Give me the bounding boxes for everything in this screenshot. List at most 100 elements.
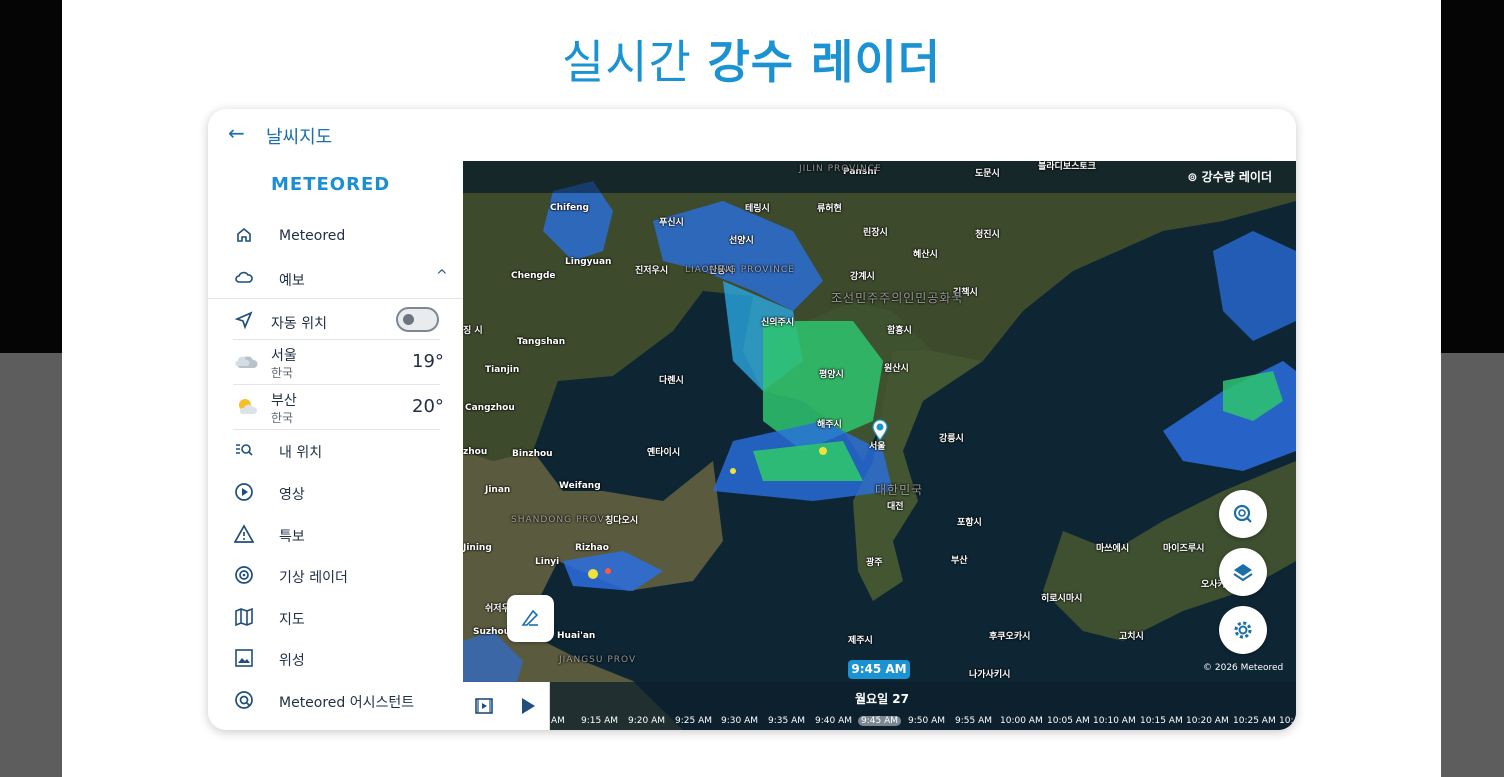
city-temp: 19°	[412, 351, 444, 372]
wand-icon	[521, 609, 539, 626]
badge-label: 강수량 레이더	[1201, 170, 1272, 184]
map-label: 원산시	[884, 364, 909, 374]
timeline-tick[interactable]: 10:05 AM	[1047, 716, 1090, 726]
map-label: SHANDONG PROV	[511, 515, 605, 525]
sidebar-item-label: 기상 레이더	[279, 570, 348, 586]
timeline-tick[interactable]: 9:50 AM	[908, 716, 945, 726]
timeline-tick[interactable]: AM	[551, 716, 565, 726]
timeline-tick[interactable]: 9:30 AM	[721, 716, 758, 726]
sidebar-item-radar[interactable]: 기상 레이더	[208, 557, 463, 597]
sidebar-item-label: 예보	[279, 273, 305, 289]
image-icon	[234, 648, 254, 668]
map-label: 광주	[866, 558, 883, 568]
timeline-tick[interactable]: 9:55 AM	[955, 716, 992, 726]
layers-button[interactable]	[1219, 548, 1267, 596]
search-location-button[interactable]	[1219, 490, 1267, 538]
map-label: 혜산시	[913, 250, 938, 260]
map-label: JILIN PROVINCE	[799, 164, 882, 174]
map-label: Tangshan	[517, 337, 566, 347]
map-label: 나가사키시	[969, 670, 1011, 680]
location-pin-icon[interactable]	[871, 419, 889, 441]
navigation-arrow-icon	[234, 310, 254, 334]
map-label: 선양시	[729, 236, 754, 246]
sidebar-item-alerts[interactable]: 특보	[208, 516, 463, 556]
map-label: Chifeng	[550, 203, 589, 213]
map-label: Suzhou	[473, 627, 511, 637]
sidebar-item-my-location[interactable]: 내 위치	[208, 432, 463, 472]
app-window: ← 날씨지도 METEORED Meteored 예보 ^ 자동 위치 서울 한…	[208, 109, 1296, 730]
sidebar-item-video[interactable]: 영상	[208, 474, 463, 514]
search-list-icon	[234, 440, 254, 460]
auto-location-toggle[interactable]	[396, 307, 439, 332]
home-icon	[234, 226, 254, 246]
auto-location-label: 자동 위치	[271, 316, 327, 332]
search-icon	[1233, 504, 1252, 523]
cloudy-icon	[234, 350, 260, 372]
sidebar-item-assistant[interactable]: Meteored 어시스턴트	[208, 682, 463, 722]
back-arrow-icon[interactable]: ←	[228, 121, 245, 145]
radar-icon	[234, 565, 254, 585]
sidebar-item-label: 내 위치	[279, 445, 323, 461]
map-label: Jinan	[485, 485, 511, 495]
sidebar-item-meteored[interactable]: Meteored	[208, 218, 463, 258]
map-label: 청진시	[975, 230, 1000, 240]
map-label: Weifang	[559, 481, 601, 491]
sidebar-item-satellite[interactable]: 위성	[208, 640, 463, 680]
city-row-busan[interactable]: 부산 한국 20°	[208, 386, 463, 430]
map-label: 제주시	[848, 636, 873, 646]
map-label: 조선민주주의인민공화국	[831, 291, 964, 305]
timeline-tick[interactable]: 10:20 AM	[1186, 716, 1229, 726]
headline: 실시간 강수 레이더	[62, 26, 1441, 92]
timeline-tick-selected[interactable]: 9:45 AM	[858, 716, 901, 726]
city-row-seoul[interactable]: 서울 한국 19°	[208, 341, 463, 385]
map-label: 강릉시	[939, 434, 964, 444]
map-label: 진저우시	[635, 266, 669, 276]
map-label: JIANGSU PROV	[559, 655, 637, 665]
play-button[interactable]	[506, 682, 550, 730]
sidebar-item-maps[interactable]: 지도	[208, 599, 463, 639]
layers-icon	[1233, 564, 1253, 582]
settings-button[interactable]	[1219, 606, 1267, 654]
map-label: Linyi	[535, 557, 560, 567]
map-label: 도문시	[975, 169, 1000, 179]
map-label: 히로시마시	[1041, 594, 1083, 604]
map-label: 부산	[951, 556, 968, 566]
precipitation-radar-badge[interactable]: ⊚ 강수량 레이더	[1187, 168, 1272, 185]
map-label: 류허현	[817, 204, 842, 214]
promo-panel: 실시간 강수 레이더 ← 날씨지도 METEORED Meteored 예보 ^…	[62, 0, 1441, 777]
sidebar-item-label: 특보	[279, 529, 305, 545]
timeline-tick[interactable]: 9:15 AM	[581, 716, 618, 726]
radar-map[interactable]: ⊚ 강수량 레이더 Panshi 도문시 블라디보스토크 Chifeng 푸신시…	[463, 161, 1296, 730]
timeline-tick[interactable]: 10:15 AM	[1140, 716, 1183, 726]
timeline-tick[interactable]: 9:25 AM	[675, 716, 712, 726]
top-bar: ← 날씨지도	[208, 109, 1296, 161]
timeline-tick[interactable]: 9:40 AM	[815, 716, 852, 726]
sidebar-item-forecast[interactable]: 예보 ^	[208, 260, 463, 300]
partly-sunny-icon	[234, 395, 260, 417]
sidebar-item-label: Meteored	[279, 228, 346, 244]
map-label: 마이즈루시	[1163, 544, 1205, 554]
sidebar: METEORED Meteored 예보 ^ 자동 위치 서울 한국 19° 부…	[208, 161, 463, 730]
day-label: 월요일 27	[855, 692, 909, 706]
timeline-tick[interactable]: 10:00 AM	[1000, 716, 1043, 726]
sidebar-item-label: 영상	[279, 487, 305, 503]
city-temp: 20°	[412, 396, 444, 417]
map-label: Jining	[463, 543, 492, 553]
timeline-tick[interactable]: 10:	[1279, 716, 1293, 726]
chevron-up-icon[interactable]: ^	[436, 268, 448, 284]
map-label: Binzhou	[512, 449, 553, 459]
timeline-tick[interactable]: 10:25 AM	[1233, 716, 1276, 726]
gear-icon	[1234, 621, 1252, 639]
sidebar-item-label: Meteored 어시스턴트	[279, 695, 415, 711]
map-label: Rizhao	[575, 543, 609, 553]
map-label: 평양시	[819, 370, 844, 380]
sidebar-item-label: 지도	[279, 612, 305, 628]
timeline-tick[interactable]: 9:20 AM	[628, 716, 665, 726]
magic-wand-button[interactable]	[507, 595, 554, 642]
map-label: 블라디보스토크	[1038, 162, 1096, 172]
timeline-tick[interactable]: 9:35 AM	[768, 716, 805, 726]
timeline-bar[interactable]: 월요일 27 AM 9:15 AM 9:20 AM 9:25 AM 9:30 A…	[463, 682, 1296, 730]
animation-toggle-button[interactable]	[463, 682, 507, 730]
sidebar-item-settings[interactable]: ✲ 설정	[208, 723, 463, 730]
timeline-tick[interactable]: 10:10 AM	[1093, 716, 1136, 726]
